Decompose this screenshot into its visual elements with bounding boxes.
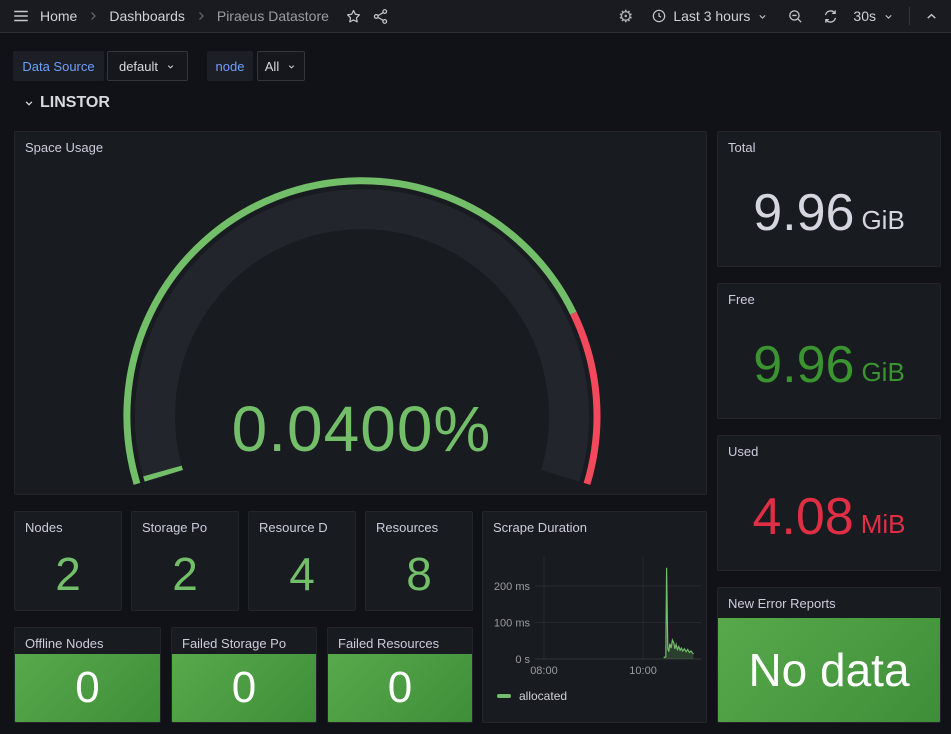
panel-title[interactable]: Nodes [15, 512, 121, 535]
resource-definitions-value: 4 [249, 538, 355, 610]
x-axis-tick: 10:00 [629, 665, 657, 677]
chevron-down-icon [165, 61, 176, 72]
y-axis-tick: 200 ms [494, 581, 531, 593]
breadcrumb-separator-icon [87, 10, 99, 22]
star-icon[interactable] [345, 8, 362, 25]
breadcrumb-home[interactable]: Home [40, 8, 77, 24]
panel-failed-resources: Failed Resources 0 [327, 627, 473, 723]
refresh-interval-label: 30s [853, 8, 876, 24]
y-axis-tick: 0 s [515, 654, 530, 666]
panel-title[interactable]: Failed Resources [328, 628, 472, 651]
legend-label: allocated [519, 689, 567, 703]
data-source-value: default [119, 59, 158, 74]
panel-title[interactable]: Used [718, 436, 940, 459]
panel-title[interactable]: New Error Reports [718, 588, 940, 611]
resources-value: 8 [366, 538, 472, 610]
refresh-icon[interactable] [822, 8, 839, 25]
legend-swatch [497, 694, 511, 698]
gauge-value: 0.0400% [15, 392, 707, 466]
panel-offline-nodes: Offline Nodes 0 [14, 627, 161, 723]
storage-pools-value: 2 [132, 538, 238, 610]
data-source-label: Data Source [13, 51, 104, 81]
collapse-toolbar-icon[interactable] [924, 9, 939, 24]
top-toolbar: Home Dashboards Piraeus Datastore ⚙ Last… [0, 0, 951, 33]
panel-title[interactable]: Total [718, 132, 940, 155]
panel-scrape-duration: 200 ms 100 ms 0 s08:00 10:00 Scrape Duratio… [482, 511, 707, 723]
total-value: 9.96 [753, 187, 854, 239]
toolbar-divider [909, 7, 910, 25]
clock-icon [651, 8, 667, 24]
nodes-value: 2 [15, 538, 121, 610]
chevron-down-icon [882, 10, 895, 23]
dashboard-settings-icon[interactable]: ⚙ [618, 8, 633, 25]
panel-total: Total 9.96 GiB [717, 131, 941, 267]
chevron-down-icon [22, 96, 36, 110]
used-value: 4.08 [753, 491, 854, 543]
node-variable-value: All [265, 59, 279, 74]
panel-nodes: Nodes 2 [14, 511, 122, 611]
panel-free: Free 9.96 GiB [717, 283, 941, 419]
panel-title[interactable]: Resources [366, 512, 472, 535]
panel-failed-storage-pools: Failed Storage Po 0 [171, 627, 317, 723]
panel-resource-definitions: Resource D 4 [248, 511, 356, 611]
zoom-out-icon[interactable] [787, 8, 804, 25]
offline-nodes-value: 0 [15, 654, 160, 722]
free-unit: GiB [861, 345, 904, 385]
panel-title[interactable]: Storage Po [132, 512, 238, 535]
chart-legend[interactable]: allocated [497, 689, 567, 703]
node-variable-select[interactable]: All [257, 51, 305, 81]
node-variable-label: node [207, 51, 253, 81]
panel-title[interactable]: Free [718, 284, 940, 307]
panel-storage-pools: Storage Po 2 [131, 511, 239, 611]
panel-title[interactable]: Resource D [249, 512, 355, 535]
new-error-reports-value: No data [718, 618, 940, 722]
share-icon[interactable] [372, 8, 389, 25]
breadcrumb-separator-icon [195, 10, 207, 22]
breadcrumb-dashboards[interactable]: Dashboards [109, 8, 185, 24]
panel-title[interactable]: Scrape Duration [483, 512, 706, 535]
chevron-down-icon [756, 10, 769, 23]
refresh-interval-picker[interactable]: 30s [853, 8, 895, 24]
time-range-picker[interactable]: Last 3 hours [651, 8, 769, 24]
x-axis-tick: 08:00 [530, 665, 558, 677]
panel-title[interactable]: Offline Nodes [15, 628, 160, 651]
breadcrumb-current-dashboard: Piraeus Datastore [217, 8, 329, 24]
failed-storage-pools-value: 0 [172, 654, 316, 722]
panel-resources: Resources 8 [365, 511, 473, 611]
time-range-label: Last 3 hours [673, 8, 750, 24]
y-axis-tick: 100 ms [494, 618, 531, 630]
used-unit: MiB [861, 497, 906, 537]
data-source-select[interactable]: default [107, 51, 188, 81]
total-unit: GiB [861, 193, 904, 233]
panel-new-error-reports: New Error Reports No data [717, 587, 941, 723]
menu-icon[interactable] [12, 7, 30, 25]
panel-used: Used 4.08 MiB [717, 435, 941, 571]
panel-title[interactable]: Failed Storage Po [172, 628, 316, 651]
failed-resources-value: 0 [328, 654, 472, 722]
row-linstor-toggle[interactable]: LINSTOR [22, 94, 110, 112]
row-title: LINSTOR [40, 94, 110, 112]
chevron-down-icon [286, 61, 297, 72]
grafana-dashboard: Home Dashboards Piraeus Datastore ⚙ Last… [0, 0, 951, 734]
free-value: 9.96 [753, 339, 854, 391]
panel-space-usage: Space Usage 0.0400% [14, 131, 707, 495]
